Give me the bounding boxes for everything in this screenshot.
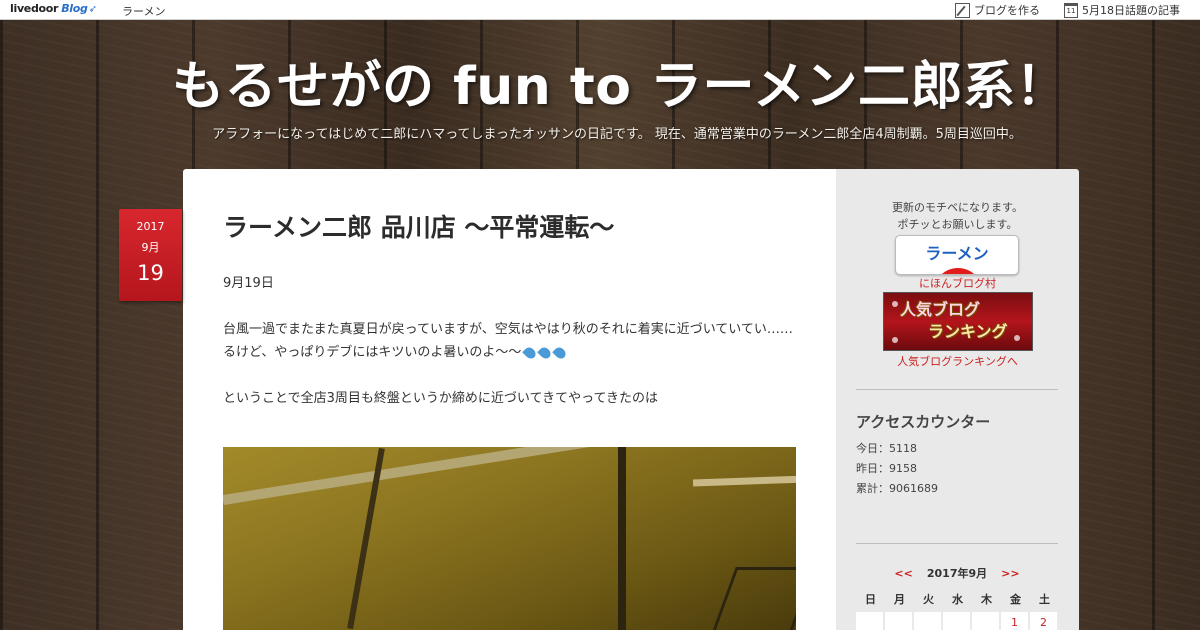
calendar-cell	[943, 612, 970, 630]
post-paragraph-lead: ということで全店3周目も終盤というか締めに近づいてきてやってきたのは	[223, 391, 659, 406]
create-blog-label: ブログを作る	[974, 4, 1040, 17]
calendar-weekday: 木	[981, 593, 992, 606]
post-paragraph-intro-text: 台風一過でまたまた真夏日が戻っていますが、空気はやはり秋のそれに着実に近づいてい…	[223, 322, 793, 360]
post-date-month: 9月	[141, 241, 160, 254]
post-title[interactable]: ラーメン二郎 品川店 〜平常運転〜	[223, 208, 614, 244]
calendar-weekday: 金	[1010, 593, 1021, 606]
calendar-weekday: 土	[1039, 593, 1050, 606]
post-date-day: 19	[137, 261, 164, 285]
calendar-next-link[interactable]: >>	[1001, 567, 1019, 580]
calendar-header: << 2017年9月 >>	[856, 565, 1058, 581]
blog-description: アラフォーになってはじめて二郎にハマってしまったオッサンの日記です。 現在、通常…	[212, 127, 1022, 142]
sidebar-divider	[856, 543, 1058, 544]
calendar-weekdays: 日 月 火 水 木 金 土	[856, 591, 1059, 607]
trending-topics-link[interactable]: 11 5月18日話題の記事	[1064, 2, 1180, 18]
sparkle-icon	[892, 301, 898, 307]
calendar-cell	[885, 612, 912, 630]
sidebar-divider	[856, 389, 1058, 390]
calendar-month: 2017年9月	[926, 567, 988, 580]
access-yesterday: 昨日：9158	[856, 462, 917, 475]
nihon-blogmura-banner[interactable]: ラーメン	[895, 235, 1019, 275]
photo-beam	[618, 447, 626, 630]
blog-ranking-link[interactable]: 人気ブログランキングへ	[836, 353, 1079, 369]
photo-beam	[692, 474, 796, 487]
livedoor-logo[interactable]: livedoor Blog➶	[10, 2, 97, 15]
post-photo[interactable]	[223, 447, 796, 630]
calendar-weekday: 水	[952, 593, 963, 606]
calendar-row: 1 2	[856, 612, 1059, 630]
rising-sun-icon	[933, 268, 983, 274]
bird-icon: ➶	[88, 4, 97, 15]
blog-title[interactable]: もるせがの fun to ラーメン二郎系！	[0, 44, 1200, 119]
trending-topics-label: 5月18日話題の記事	[1082, 4, 1180, 17]
calendar-cell	[856, 612, 883, 630]
calendar-day-link[interactable]: 2	[1030, 612, 1057, 630]
rank-banner-line1: 人気ブログ	[900, 300, 981, 319]
sidebar-note: 更新のモチベになります。 ポチッとお願いします。	[836, 199, 1079, 233]
category-link[interactable]: ラーメン	[122, 3, 166, 19]
sweat-drops-icon	[552, 344, 569, 361]
post-date-year: 2017	[136, 220, 165, 233]
photo-railing	[710, 567, 796, 630]
calendar-cell	[972, 612, 999, 630]
post-date-badge: 2017 9月 19	[119, 209, 182, 301]
sparkle-icon	[892, 337, 898, 343]
calendar-weekday: 火	[923, 593, 934, 606]
photo-beam	[223, 447, 790, 505]
calendar-icon: 11	[1064, 2, 1078, 18]
post-paragraph-date: 9月19日	[223, 276, 274, 291]
sidebar-note-line: ポチッとお願いします。	[897, 218, 1018, 231]
post-paragraph-intro: 台風一過でまたまた真夏日が戻っていますが、空気はやはり秋のそれに着実に近づいてい…	[223, 318, 793, 364]
sidebar-note-line: 更新のモチベになります。	[892, 201, 1023, 214]
rank-banner-line2: ランキング	[928, 322, 1008, 341]
sweat-drops-icon	[537, 344, 554, 361]
calendar-prev-link[interactable]: <<	[894, 567, 912, 580]
sweat-drops-icon	[522, 344, 539, 361]
calendar-day-link[interactable]: 1	[1001, 612, 1028, 630]
top-bar: livedoor Blog➶ ラーメン ブログを作る 11 5月18日話題の記事	[0, 0, 1200, 20]
calendar-cell	[914, 612, 941, 630]
blog-ranking-banner[interactable]: 人気ブログ ランキング	[883, 292, 1033, 351]
access-today: 今日：5118	[856, 442, 917, 455]
create-blog-link[interactable]: ブログを作る	[955, 2, 1040, 18]
calendar-weekday: 月	[894, 593, 905, 606]
access-total: 累計：9061689	[856, 482, 938, 495]
ramen-banner-label: ラーメン	[925, 244, 989, 263]
nihon-blogmura-link[interactable]: にほんブログ村	[836, 275, 1079, 291]
calendar-weekday: 日	[865, 593, 876, 606]
access-counter-title: アクセスカウンター	[856, 413, 991, 431]
sparkle-icon	[1014, 335, 1020, 341]
pencil-icon	[955, 2, 970, 18]
